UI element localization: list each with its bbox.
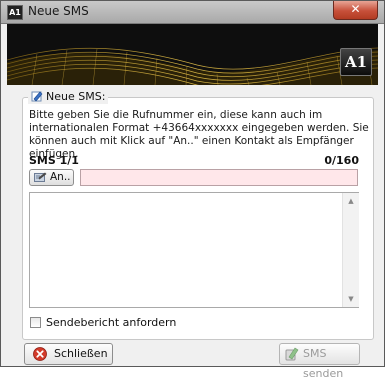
delivery-report-checkbox[interactable] [30,317,41,328]
select-contact-label: An.. [50,171,71,183]
groupbox-legend: Neue SMS: [28,90,109,104]
brand-logo: A1 [340,48,372,76]
message-scrollbar[interactable]: ▲ ▼ [342,193,359,307]
close-button[interactable]: Schließen [24,343,113,365]
banner-wave-graphic [7,24,378,85]
delivery-report-label[interactable]: Sendebericht anfordern [46,316,176,329]
select-contact-button[interactable]: An.. [29,169,74,186]
message-textarea[interactable] [29,192,359,308]
title-bar[interactable]: A1 Neue SMS ✕ [1,1,384,24]
scroll-up-icon[interactable]: ▲ [343,193,359,209]
send-sms-icon [285,347,299,361]
address-book-icon [34,172,47,182]
sms-dialog-window: A1 Neue SMS ✕ A1 Neue SMS: Bitte geben S… [0,0,385,380]
scroll-down-icon[interactable]: ▼ [343,291,359,307]
character-counter: 0/160 [324,154,359,167]
instruction-text: Bitte geben Sie die Rufnummer ein, diese… [29,109,369,160]
app-logo-icon: A1 [7,5,23,20]
cancel-icon [33,347,47,361]
recipient-number-input[interactable] [80,169,358,186]
close-button-label: Schließen [54,347,108,360]
sms-counter: SMS 1/1 [29,154,79,167]
close-window-button[interactable]: ✕ [333,1,378,20]
close-icon: ✕ [350,2,361,16]
header-banner: A1 [7,24,378,85]
window-title: Neue SMS [28,4,89,18]
groupbox-title: Neue SMS: [46,90,106,103]
send-sms-label: SMS senden [303,347,344,380]
send-sms-button[interactable]: SMS senden [279,343,360,380]
pen-icon [31,91,43,102]
